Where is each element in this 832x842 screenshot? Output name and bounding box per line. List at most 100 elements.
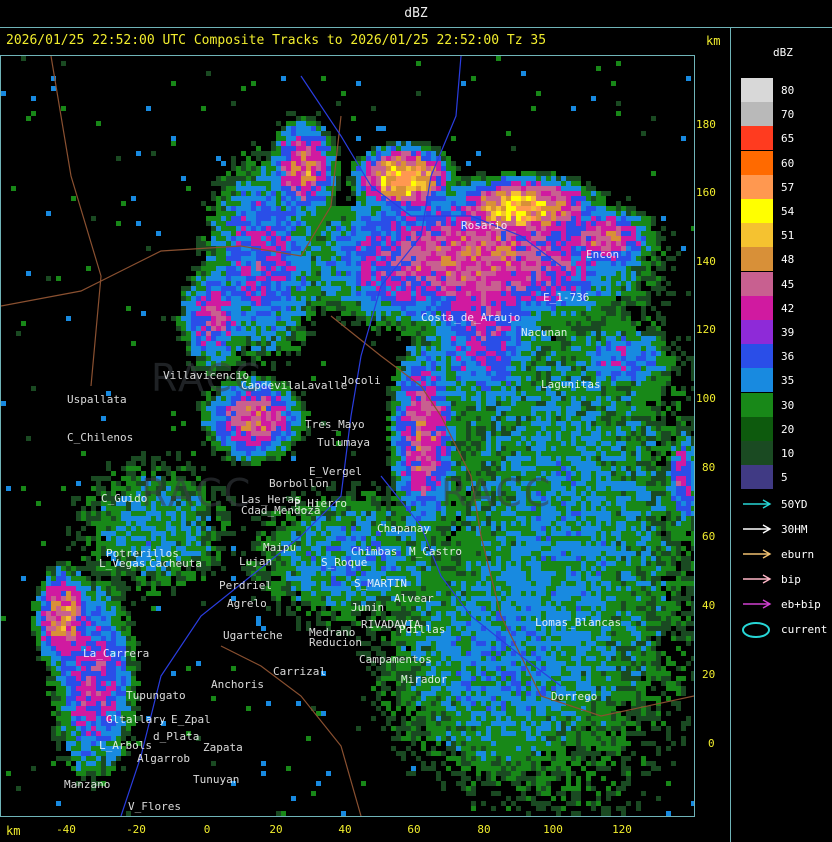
radar-echo-cell (286, 446, 291, 451)
radar-echo-cell (221, 211, 226, 216)
radar-echo-cell (271, 221, 276, 226)
radar-echo-cell (411, 176, 416, 181)
radar-echo-cell (331, 211, 336, 216)
radar-echo-cell (221, 181, 226, 186)
radar-echo-cell (661, 446, 666, 451)
radar-echo-cell (241, 241, 246, 246)
radar-echo-cell (391, 251, 396, 256)
radar-echo-cell (481, 241, 486, 246)
radar-echo-cell (581, 356, 586, 361)
radar-echo-cell (656, 256, 661, 261)
radar-echo-cell (376, 271, 381, 276)
radar-echo-cell (416, 286, 421, 291)
radar-echo-cell (261, 451, 266, 456)
radar-echo-cell (606, 281, 611, 286)
radar-echo-cell (461, 296, 466, 301)
radar-echo-cell (591, 226, 596, 231)
radar-echo-cell (501, 276, 506, 281)
radar-echo-cell (311, 116, 316, 121)
radar-echo-cell (491, 256, 496, 261)
radar-echo-cell (466, 351, 471, 356)
radar-echo-cell (341, 251, 346, 256)
radar-echo-cell (266, 426, 271, 431)
radar-echo-cell (596, 371, 601, 376)
radar-echo-cell (286, 181, 291, 186)
radar-echo-cell (421, 401, 426, 406)
radar-echo-cell (406, 226, 411, 231)
radar-echo-cell (501, 426, 506, 431)
radar-echo-cell (426, 351, 431, 356)
radar-echo-cell (471, 291, 476, 296)
radar-echo-cell (541, 391, 546, 396)
radar-echo-cell (596, 211, 601, 216)
radar-echo-cell (391, 316, 396, 321)
radar-echo-cell (281, 411, 286, 416)
radar-echo-cell (466, 361, 471, 366)
radar-echo-cell (576, 366, 581, 371)
radar-echo-cell (256, 216, 261, 221)
radar-echo-cell (346, 196, 351, 201)
radar-echo-cell (656, 231, 661, 236)
radar-echo-cell (431, 261, 436, 266)
radar-echo-cell (441, 376, 446, 381)
radar-echo-cell (576, 226, 581, 231)
radar-echo-cell (241, 296, 246, 301)
radar-echo-cell (291, 236, 296, 241)
radar-echo-cell (256, 406, 261, 411)
radar-echo-cell (631, 376, 636, 381)
radar-echo-cell (436, 206, 441, 211)
radar-echo-cell (471, 366, 476, 371)
radar-echo-cell (306, 141, 311, 146)
radar-echo-cell (461, 256, 466, 261)
radar-echo-cell (591, 306, 596, 311)
radar-echo-cell (136, 221, 141, 226)
radar-echo-cell (561, 251, 566, 256)
radar-echo-cell (316, 236, 321, 241)
radar-echo-cell (301, 261, 306, 266)
radar-echo-cell (286, 136, 291, 141)
radar-echo-cell (211, 451, 216, 456)
radar-echo-cell (411, 411, 416, 416)
radar-echo-cell (531, 406, 536, 411)
radar-echo-cell (216, 176, 221, 181)
radar-echo-cell (431, 211, 436, 216)
radar-echo-cell (531, 286, 536, 291)
radar-echo-cell (191, 306, 196, 311)
radar-echo-cell (241, 331, 246, 336)
radar-echo-cell (266, 151, 271, 156)
radar-echo-cell (266, 226, 271, 231)
radar-echo-cell (321, 226, 326, 231)
radar-echo-cell (391, 291, 396, 296)
radar-echo-cell (506, 241, 511, 246)
radar-echo-cell (296, 256, 301, 261)
radar-echo-cell (536, 401, 541, 406)
radar-map[interactable]: RACC RACC RACC Uspallata C_Chilenos C_Guid… (0, 55, 695, 817)
radar-echo-cell (656, 346, 661, 351)
radar-echo-cell (666, 256, 671, 261)
radar-echo-cell (496, 181, 501, 186)
radar-echo-cell (356, 186, 361, 191)
radar-echo-cell (616, 316, 621, 321)
radar-echo-cell (331, 231, 336, 236)
radar-echo-cell (651, 376, 656, 381)
radar-echo-cell (511, 291, 516, 296)
radar-echo-cell (321, 141, 326, 146)
radar-echo-cell (466, 386, 471, 391)
radar-echo-cell (441, 166, 446, 171)
radar-echo-cell (601, 211, 606, 216)
radar-echo-cell (211, 196, 216, 201)
radar-echo-cell (221, 216, 226, 221)
radar-echo-cell (681, 246, 686, 251)
radar-echo-cell (611, 331, 616, 336)
radar-echo-cell (256, 346, 261, 351)
radar-echo-cell (236, 276, 241, 281)
radar-echo-cell (541, 411, 546, 416)
radar-echo-cell (356, 226, 361, 231)
radar-echo-cell (481, 211, 486, 216)
radar-echo-cell (666, 366, 671, 371)
radar-echo-cell (286, 316, 291, 321)
radar-echo-cell (596, 221, 601, 226)
radar-echo-cell (501, 246, 506, 251)
radar-echo-cell (241, 431, 246, 436)
radar-echo-cell (501, 176, 506, 181)
